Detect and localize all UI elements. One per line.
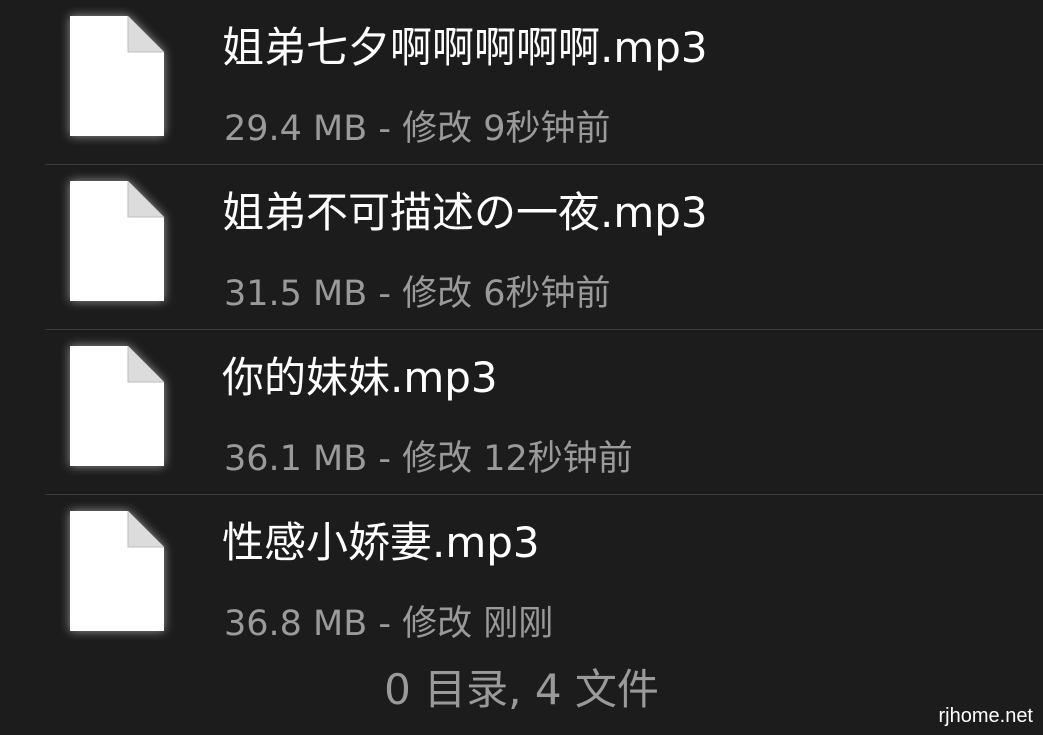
file-meta: 36.1 MB - 修改 12秒钟前: [224, 439, 633, 479]
file-meta: 36.8 MB - 修改 刚刚: [224, 604, 554, 644]
file-meta: 29.4 MB - 修改 9秒钟前: [224, 109, 611, 149]
document-icon: [70, 16, 164, 136]
document-icon: [70, 346, 164, 466]
file-row[interactable]: 你的妹妹.mp3 36.1 MB - 修改 12秒钟前: [0, 330, 1043, 495]
document-icon: [70, 511, 164, 631]
file-name: 你的妹妹.mp3: [222, 353, 498, 402]
file-row[interactable]: 姐弟七夕啊啊啊啊啊.mp3 29.4 MB - 修改 9秒钟前: [0, 0, 1043, 165]
file-row[interactable]: 性感小娇妻.mp3 36.8 MB - 修改 刚刚: [0, 495, 1043, 660]
file-meta: 31.5 MB - 修改 6秒钟前: [224, 274, 611, 314]
document-icon: [70, 181, 164, 301]
file-name: 性感小娇妻.mp3: [222, 518, 540, 567]
file-row[interactable]: 姐弟不可描述の一夜.mp3 31.5 MB - 修改 6秒钟前: [0, 165, 1043, 330]
file-name: 姐弟不可描述の一夜.mp3: [222, 188, 708, 237]
file-list: 姐弟七夕啊啊啊啊啊.mp3 29.4 MB - 修改 9秒钟前 姐弟不可描述の一…: [0, 0, 1043, 660]
file-name: 姐弟七夕啊啊啊啊啊.mp3: [222, 23, 708, 72]
watermark: rjhome.net: [938, 705, 1034, 727]
directory-summary: 0 目录, 4 文件: [384, 665, 659, 714]
